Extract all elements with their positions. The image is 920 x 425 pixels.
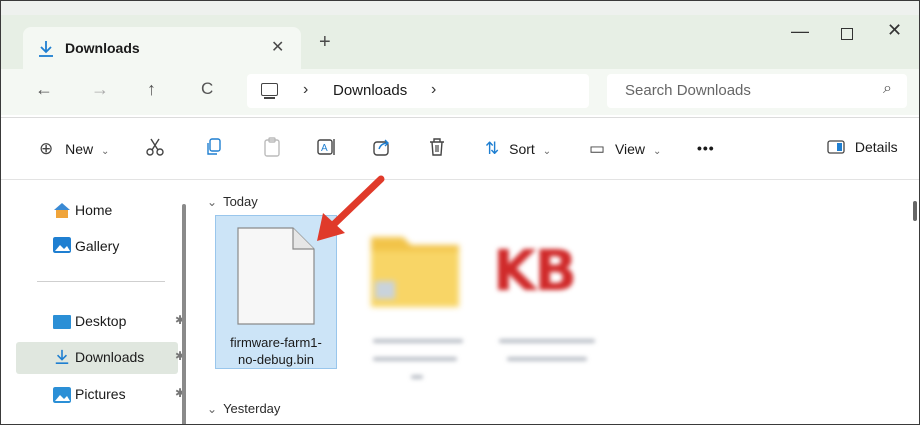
- annotation-arrow: [317, 175, 385, 241]
- file-explorer-window: Downloads ✕ + — ✕ ← → ↑ C › Downloads › …: [0, 0, 920, 425]
